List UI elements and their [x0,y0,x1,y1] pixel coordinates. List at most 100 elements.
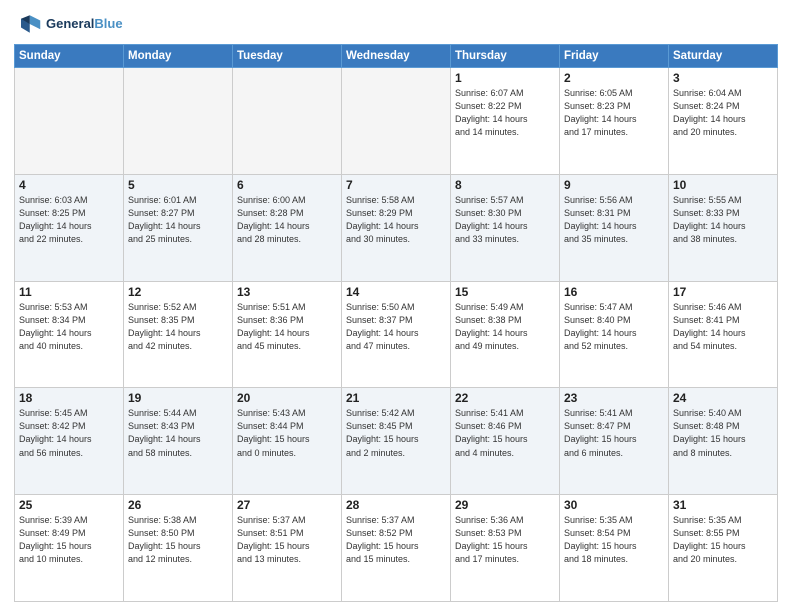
calendar-cell: 21Sunrise: 5:42 AM Sunset: 8:45 PM Dayli… [342,388,451,495]
day-number: 30 [564,498,664,512]
calendar-cell [342,68,451,175]
calendar-cell: 19 Sunrise: 5:44 AM Sunset: 8:43 PM Dayli… [124,388,233,495]
day-number: 16 [564,285,664,299]
day-info: Sunrise: 5:37 AM Sunset: 8:52 PM Dayligh… [346,514,446,566]
calendar-cell: 5 Sunrise: 6:01 AM Sunset: 8:27 PM Daylig… [124,174,233,281]
day-info: Sunrise: 5:45 AM Sunset: 8:42 PM Dayligh… [19,407,119,459]
day-number: 24 [673,391,773,405]
day-number: 27 [237,498,337,512]
calendar-cell: 24 Sunrise: 5:40 AM Sunset: 8:48 PM Dayli… [669,388,778,495]
calendar-cell: 23 Sunrise: 5:41 AM Sunset: 8:47 PM Dayli… [560,388,669,495]
day-number: 12 [128,285,228,299]
weekday-header-thursday: Thursday [451,45,560,68]
calendar-cell: 29Sunrise: 5:36 AM Sunset: 8:53 PM Dayli… [451,495,560,602]
day-info: Sunrise: 5:49 AM Sunset: 8:38 PM Dayligh… [455,301,555,353]
day-info: Sunrise: 5:41 AM Sunset: 8:47 PM Dayligh… [564,407,664,459]
calendar-cell: 30 Sunrise: 5:35 AM Sunset: 8:54 PM Dayli… [560,495,669,602]
day-info: Sunrise: 5:47 AM Sunset: 8:40 PM Dayligh… [564,301,664,353]
day-info: Sunrise: 5:37 AM Sunset: 8:51 PM Dayligh… [237,514,337,566]
calendar-cell: 3 Sunrise: 6:04 AM Sunset: 8:24 PM Daylig… [669,68,778,175]
calendar-cell: 1 Sunrise: 6:07 AM Sunset: 8:22 PM Daylig… [451,68,560,175]
day-number: 4 [19,178,119,192]
day-info: Sunrise: 6:04 AM Sunset: 8:24 PM Dayligh… [673,87,773,139]
day-number: 5 [128,178,228,192]
logo: GeneralBlue [14,10,123,38]
day-info: Sunrise: 5:40 AM Sunset: 8:48 PM Dayligh… [673,407,773,459]
calendar-cell: 25 Sunrise: 5:39 AM Sunset: 8:49 PM Dayli… [15,495,124,602]
day-info: Sunrise: 5:58 AM Sunset: 8:29 PM Dayligh… [346,194,446,246]
day-info: Sunrise: 5:42 AM Sunset: 8:45 PM Dayligh… [346,407,446,459]
weekday-header-wednesday: Wednesday [342,45,451,68]
day-number: 19 [128,391,228,405]
day-number: 26 [128,498,228,512]
day-number: 15 [455,285,555,299]
day-number: 1 [455,71,555,85]
day-number: 14 [346,285,446,299]
day-info: Sunrise: 5:41 AM Sunset: 8:46 PM Dayligh… [455,407,555,459]
day-info: Sunrise: 6:07 AM Sunset: 8:22 PM Dayligh… [455,87,555,139]
day-info: Sunrise: 5:46 AM Sunset: 8:41 PM Dayligh… [673,301,773,353]
day-number: 10 [673,178,773,192]
calendar-week-2: 4Sunrise: 6:03 AM Sunset: 8:25 PM Daylig… [15,174,778,281]
calendar-week-1: 1 Sunrise: 6:07 AM Sunset: 8:22 PM Daylig… [15,68,778,175]
calendar-cell: 17 Sunrise: 5:46 AM Sunset: 8:41 PM Dayli… [669,281,778,388]
day-info: Sunrise: 5:55 AM Sunset: 8:33 PM Dayligh… [673,194,773,246]
calendar-cell: 2Sunrise: 6:05 AM Sunset: 8:23 PM Daylig… [560,68,669,175]
logo-icon [14,10,42,38]
day-info: Sunrise: 5:43 AM Sunset: 8:44 PM Dayligh… [237,407,337,459]
day-info: Sunrise: 5:52 AM Sunset: 8:35 PM Dayligh… [128,301,228,353]
day-number: 6 [237,178,337,192]
weekday-header-monday: Monday [124,45,233,68]
day-number: 22 [455,391,555,405]
day-info: Sunrise: 5:35 AM Sunset: 8:54 PM Dayligh… [564,514,664,566]
calendar-cell: 10 Sunrise: 5:55 AM Sunset: 8:33 PM Dayli… [669,174,778,281]
logo-text: GeneralBlue [46,16,123,32]
calendar-cell: 27 Sunrise: 5:37 AM Sunset: 8:51 PM Dayli… [233,495,342,602]
calendar-cell: 9Sunrise: 5:56 AM Sunset: 8:31 PM Daylig… [560,174,669,281]
calendar-cell: 8Sunrise: 5:57 AM Sunset: 8:30 PM Daylig… [451,174,560,281]
calendar-cell [15,68,124,175]
day-info: Sunrise: 5:53 AM Sunset: 8:34 PM Dayligh… [19,301,119,353]
calendar-cell: 16 Sunrise: 5:47 AM Sunset: 8:40 PM Dayli… [560,281,669,388]
day-number: 31 [673,498,773,512]
day-number: 28 [346,498,446,512]
day-info: Sunrise: 6:01 AM Sunset: 8:27 PM Dayligh… [128,194,228,246]
day-info: Sunrise: 5:56 AM Sunset: 8:31 PM Dayligh… [564,194,664,246]
calendar-week-4: 18 Sunrise: 5:45 AM Sunset: 8:42 PM Dayli… [15,388,778,495]
calendar-cell: 4Sunrise: 6:03 AM Sunset: 8:25 PM Daylig… [15,174,124,281]
day-number: 8 [455,178,555,192]
day-info: Sunrise: 5:51 AM Sunset: 8:36 PM Dayligh… [237,301,337,353]
calendar-cell: 6 Sunrise: 6:00 AM Sunset: 8:28 PM Daylig… [233,174,342,281]
calendar-cell: 13 Sunrise: 5:51 AM Sunset: 8:36 PM Dayli… [233,281,342,388]
calendar-cell: 31 Sunrise: 5:35 AM Sunset: 8:55 PM Dayli… [669,495,778,602]
day-number: 29 [455,498,555,512]
header: GeneralBlue [14,10,778,38]
calendar-week-5: 25 Sunrise: 5:39 AM Sunset: 8:49 PM Dayli… [15,495,778,602]
day-info: Sunrise: 6:00 AM Sunset: 8:28 PM Dayligh… [237,194,337,246]
calendar-cell: 14Sunrise: 5:50 AM Sunset: 8:37 PM Dayli… [342,281,451,388]
day-number: 17 [673,285,773,299]
calendar-cell [233,68,342,175]
day-number: 20 [237,391,337,405]
day-info: Sunrise: 5:38 AM Sunset: 8:50 PM Dayligh… [128,514,228,566]
weekday-header-row: SundayMondayTuesdayWednesdayThursdayFrid… [15,45,778,68]
calendar-cell: 12 Sunrise: 5:52 AM Sunset: 8:35 PM Dayli… [124,281,233,388]
day-number: 3 [673,71,773,85]
calendar-cell: 28 Sunrise: 5:37 AM Sunset: 8:52 PM Dayli… [342,495,451,602]
day-number: 7 [346,178,446,192]
day-info: Sunrise: 5:35 AM Sunset: 8:55 PM Dayligh… [673,514,773,566]
calendar-cell: 11 Sunrise: 5:53 AM Sunset: 8:34 PM Dayli… [15,281,124,388]
day-info: Sunrise: 5:39 AM Sunset: 8:49 PM Dayligh… [19,514,119,566]
calendar-table: SundayMondayTuesdayWednesdayThursdayFrid… [14,44,778,602]
calendar-cell: 26 Sunrise: 5:38 AM Sunset: 8:50 PM Dayli… [124,495,233,602]
calendar-cell: 18 Sunrise: 5:45 AM Sunset: 8:42 PM Dayli… [15,388,124,495]
day-number: 23 [564,391,664,405]
day-number: 11 [19,285,119,299]
day-number: 13 [237,285,337,299]
day-number: 25 [19,498,119,512]
calendar-week-3: 11 Sunrise: 5:53 AM Sunset: 8:34 PM Dayli… [15,281,778,388]
day-info: Sunrise: 5:44 AM Sunset: 8:43 PM Dayligh… [128,407,228,459]
day-number: 18 [19,391,119,405]
page: GeneralBlue SundayMondayTuesdayWednesday… [0,0,792,612]
calendar-cell [124,68,233,175]
